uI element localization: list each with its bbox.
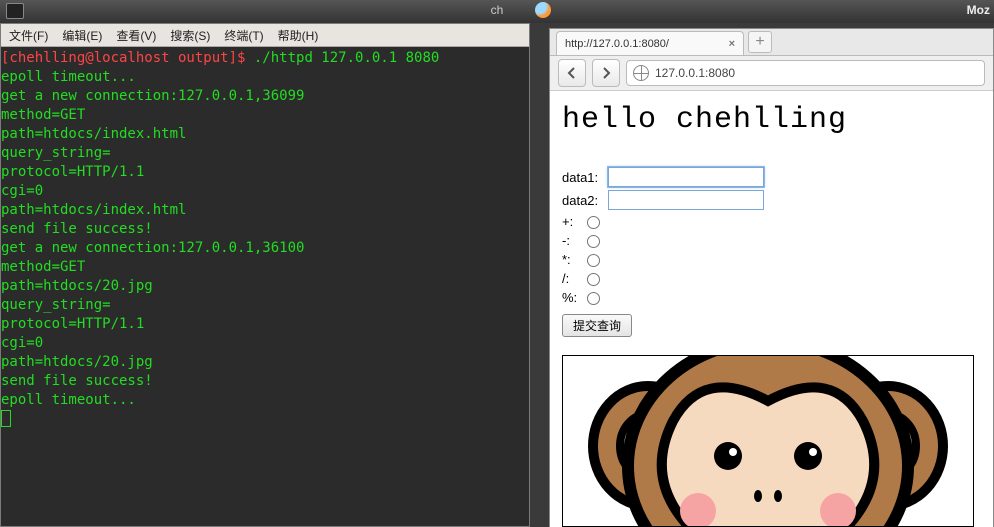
term-line: method=GET [1, 107, 85, 123]
arrow-right-icon [600, 67, 612, 79]
data1-input[interactable] [608, 167, 764, 187]
firefox-icon [535, 2, 551, 18]
term-line: protocol=HTTP/1.1 [1, 164, 144, 180]
term-line: query_string= [1, 145, 111, 161]
url-text: 127.0.0.1:8080 [655, 66, 735, 80]
browser-tab-active[interactable]: http://127.0.0.1:8080/ × [556, 31, 744, 55]
menu-help[interactable]: 帮助(H) [278, 27, 319, 44]
term-line: cgi=0 [1, 183, 43, 199]
terminal-prompt: [chehlling@localhost output]$ [1, 50, 254, 66]
forward-button[interactable] [592, 59, 620, 87]
menu-view[interactable]: 查看(V) [116, 27, 156, 44]
op-div-label: /: [562, 271, 582, 286]
term-line: send file success! [1, 373, 153, 389]
terminal-cursor [1, 410, 11, 427]
term-line: epoll timeout... [1, 392, 136, 408]
op-mul-label: *: [562, 252, 582, 267]
menu-edit[interactable]: 编辑(E) [62, 27, 102, 44]
op-mod-label: %: [562, 290, 582, 305]
back-button[interactable] [558, 59, 586, 87]
desktop-top-panel: ch Moz [0, 0, 994, 23]
new-tab-button[interactable]: + [748, 31, 772, 53]
term-line: query_string= [1, 297, 111, 313]
term-line: path=htdocs/20.jpg [1, 278, 153, 294]
browser-tabbar: http://127.0.0.1:8080/ × + [550, 29, 993, 56]
arrow-left-icon [566, 67, 578, 79]
terminal-titlebar-icon [6, 3, 24, 19]
term-line: get a new connection:127.0.0.1,36099 [1, 88, 304, 104]
term-line: path=htdocs/index.html [1, 202, 186, 218]
terminal-command: ./httpd 127.0.0.1 8080 [254, 50, 439, 66]
terminal-output[interactable]: [chehlling@localhost output]$ ./httpd 12… [1, 47, 529, 431]
term-line: method=GET [1, 259, 85, 275]
op-plus-label: +: [562, 214, 582, 229]
terminal-menubar: 文件(F) 编辑(E) 查看(V) 搜索(S) 终端(T) 帮助(H) [1, 24, 529, 47]
browser-window-title: Moz [967, 3, 990, 17]
page-content: hello chehlling data1: data2: +: -: *: /… [550, 91, 993, 527]
monkey-cartoon-image [563, 355, 973, 527]
plus-icon: + [755, 33, 764, 51]
browser-window: http://127.0.0.1:8080/ × + 127.0.0.1:808… [549, 28, 994, 527]
browser-navbar: 127.0.0.1:8080 [550, 56, 993, 91]
op-div-radio[interactable] [587, 273, 600, 286]
term-line: epoll timeout... [1, 69, 136, 85]
label-data1: data1: [562, 170, 608, 185]
data2-input[interactable] [608, 190, 764, 210]
op-minus-radio[interactable] [587, 235, 600, 248]
menu-terminal[interactable]: 终端(T) [224, 27, 263, 44]
url-bar[interactable]: 127.0.0.1:8080 [626, 60, 985, 86]
page-image [562, 355, 974, 527]
label-data2: data2: [562, 193, 608, 208]
page-heading: hello chehlling [562, 103, 981, 137]
term-line: send file success! [1, 221, 153, 237]
menu-file[interactable]: 文件(F) [9, 27, 48, 44]
terminal-window: 文件(F) 编辑(E) 查看(V) 搜索(S) 终端(T) 帮助(H) [che… [0, 23, 530, 527]
panel-app-title: ch [491, 3, 504, 17]
term-line: protocol=HTTP/1.1 [1, 316, 144, 332]
term-line: cgi=0 [1, 335, 43, 351]
term-line: path=htdocs/20.jpg [1, 354, 153, 370]
op-minus-label: -: [562, 233, 582, 248]
term-line: path=htdocs/index.html [1, 126, 186, 142]
globe-icon [633, 65, 649, 81]
term-line: get a new connection:127.0.0.1,36100 [1, 240, 304, 256]
op-mod-radio[interactable] [587, 292, 600, 305]
op-mul-radio[interactable] [587, 254, 600, 267]
submit-button[interactable]: 提交查询 [562, 314, 632, 337]
op-plus-radio[interactable] [587, 216, 600, 229]
close-icon[interactable]: × [729, 38, 735, 50]
menu-search[interactable]: 搜索(S) [170, 27, 210, 44]
tab-title: http://127.0.0.1:8080/ [565, 38, 669, 50]
